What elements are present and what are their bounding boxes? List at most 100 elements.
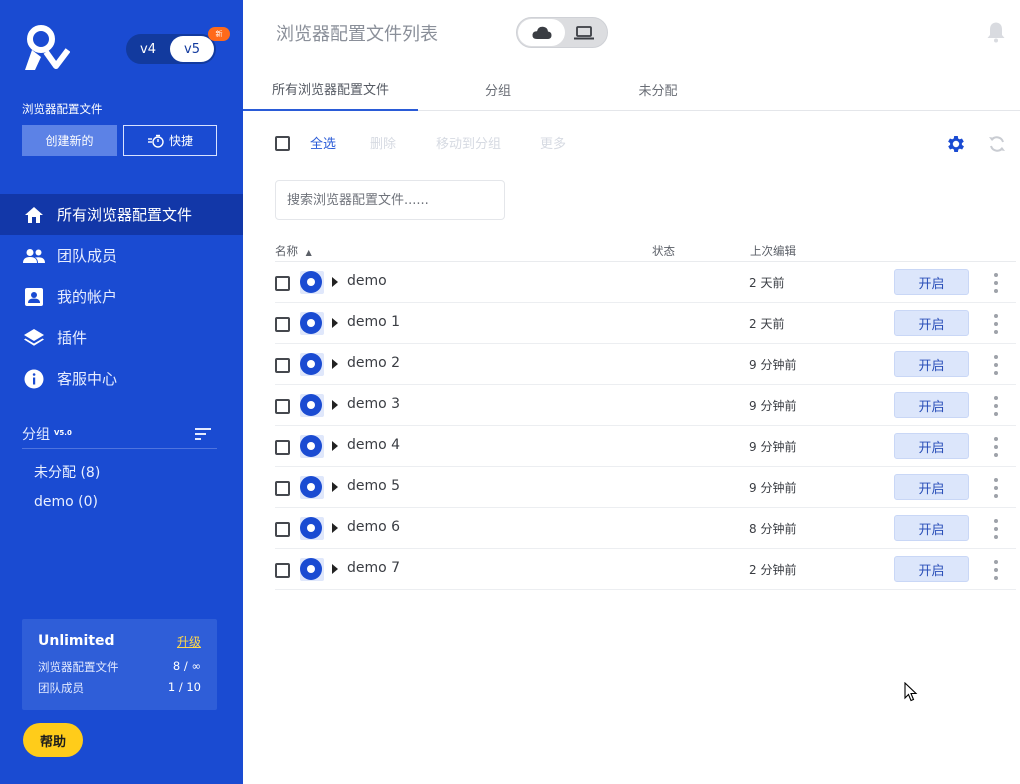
sidebar-item-label: 插件 [57, 329, 88, 347]
open-profile-button[interactable]: 开启 [894, 351, 969, 377]
expand-caret-icon[interactable] [332, 277, 338, 287]
profile-name[interactable]: demo 3 [347, 396, 400, 412]
version-v4-option[interactable]: v4 [126, 36, 170, 62]
version-v5-option[interactable]: v5 [170, 36, 214, 62]
tab-groups[interactable]: 分组 [418, 68, 578, 111]
open-profile-button[interactable]: 开启 [894, 474, 969, 500]
notification-bell-icon[interactable] [986, 21, 1006, 43]
last-edited: 2 天前 [749, 317, 785, 331]
expand-caret-icon[interactable] [332, 482, 338, 492]
group-item-demo[interactable]: demo (0) [34, 494, 98, 510]
open-profile-button[interactable]: 开启 [894, 515, 969, 541]
profile-name[interactable]: demo 6 [347, 519, 400, 535]
browser-profile-icon [300, 271, 322, 293]
column-header-last-edited[interactable]: 上次编辑 [750, 243, 796, 259]
row-checkbox[interactable] [275, 563, 290, 578]
plan-usage-team: 团队成员 1 / 10 [38, 680, 201, 696]
home-icon [23, 204, 45, 226]
create-new-button[interactable]: 创建新的 [22, 125, 117, 156]
move-to-group-button[interactable]: 移动到分组 [436, 133, 501, 152]
local-option[interactable] [569, 24, 599, 42]
more-actions-button[interactable]: 更多 [540, 133, 566, 152]
quick-create-button[interactable]: 快捷 [123, 125, 217, 156]
tab-unassigned[interactable]: 未分配 [578, 68, 738, 111]
profile-name[interactable]: demo 5 [347, 478, 400, 494]
more-options-icon[interactable] [992, 560, 1000, 580]
table-row[interactable]: demo 3 9 分钟前 开启 [275, 385, 1016, 426]
app-logo[interactable] [22, 24, 70, 72]
more-options-icon[interactable] [992, 314, 1000, 334]
quick-create-label: 快捷 [168, 134, 193, 148]
refresh-icon[interactable] [987, 134, 1007, 154]
sort-icon[interactable] [195, 427, 211, 440]
more-options-icon[interactable] [992, 437, 1000, 457]
account-icon [23, 286, 45, 308]
help-button[interactable]: 帮助 [23, 723, 83, 757]
column-header-name[interactable]: 名称 ▲ [275, 243, 312, 259]
search-input[interactable] [275, 180, 505, 220]
open-profile-button[interactable]: 开启 [894, 392, 969, 418]
sidebar-item-all-profiles[interactable]: 所有浏览器配置文件 [0, 194, 243, 235]
sidebar-item-team-members[interactable]: 团队成员 [0, 235, 243, 276]
select-all-button[interactable]: 全选 [310, 133, 336, 152]
expand-caret-icon[interactable] [332, 359, 338, 369]
last-edited: 2 分钟前 [749, 563, 797, 577]
table-row[interactable]: demo 1 2 天前 开启 [275, 303, 1016, 344]
groups-version-tag: V5.0 [54, 428, 72, 437]
row-checkbox[interactable] [275, 358, 290, 373]
expand-caret-icon[interactable] [332, 564, 338, 574]
open-profile-button[interactable]: 开启 [894, 269, 969, 295]
expand-caret-icon[interactable] [332, 400, 338, 410]
version-toggle[interactable]: v4 v5 新 [126, 27, 230, 64]
expand-caret-icon[interactable] [332, 523, 338, 533]
row-checkbox[interactable] [275, 481, 290, 496]
upgrade-link[interactable]: 升级 [177, 633, 201, 650]
group-item-unassigned[interactable]: 未分配 (8) [34, 462, 100, 482]
table-row[interactable]: demo 2 天前 开启 [275, 262, 1016, 303]
more-options-icon[interactable] [992, 478, 1000, 498]
sidebar-item-my-account[interactable]: 我的帐户 [0, 276, 243, 317]
open-profile-button[interactable]: 开启 [894, 310, 969, 336]
settings-gear-icon[interactable] [945, 133, 967, 155]
delete-button[interactable]: 删除 [370, 133, 396, 152]
row-checkbox[interactable] [275, 440, 290, 455]
row-checkbox[interactable] [275, 317, 290, 332]
select-all-checkbox[interactable] [275, 136, 290, 151]
expand-caret-icon[interactable] [332, 441, 338, 451]
sidebar-item-plugins[interactable]: 插件 [0, 317, 243, 358]
profile-name[interactable]: demo 2 [347, 355, 400, 371]
more-options-icon[interactable] [992, 519, 1000, 539]
table-row[interactable]: demo 2 9 分钟前 开启 [275, 344, 1016, 385]
plan-card: Unlimited 升级 浏览器配置文件 8 / ∞ 团队成员 1 / 10 [22, 619, 217, 710]
browser-profile-icon [300, 558, 322, 580]
sidebar-item-label: 所有浏览器配置文件 [57, 206, 193, 224]
laptop-icon [574, 26, 594, 40]
table-row[interactable]: demo 4 9 分钟前 开启 [275, 426, 1016, 467]
expand-caret-icon[interactable] [332, 318, 338, 328]
browser-profile-icon [300, 353, 322, 375]
table-row[interactable]: demo 7 2 分钟前 开启 [275, 549, 1016, 590]
sidebar-item-support-center[interactable]: 客服中心 [0, 358, 243, 399]
cloud-option[interactable] [518, 19, 565, 46]
profile-name[interactable]: demo 7 [347, 560, 400, 576]
open-profile-button[interactable]: 开启 [894, 433, 969, 459]
more-options-icon[interactable] [992, 396, 1000, 416]
table-row[interactable]: demo 5 9 分钟前 开启 [275, 467, 1016, 508]
column-header-status[interactable]: 状态 [652, 243, 675, 259]
row-checkbox[interactable] [275, 399, 290, 414]
profile-name[interactable]: demo 4 [347, 437, 400, 453]
open-profile-button[interactable]: 开启 [894, 556, 969, 582]
plan-usage-profiles: 浏览器配置文件 8 / ∞ [38, 659, 201, 675]
profile-name[interactable]: demo 1 [347, 314, 400, 330]
plan-usage-value: 1 / 10 [167, 680, 201, 694]
row-checkbox[interactable] [275, 522, 290, 537]
profile-name[interactable]: demo [347, 273, 387, 289]
last-edited: 2 天前 [749, 276, 785, 290]
more-options-icon[interactable] [992, 273, 1000, 293]
plan-usage-value: 8 / ∞ [172, 659, 201, 673]
table-row[interactable]: demo 6 8 分钟前 开启 [275, 508, 1016, 549]
tab-all-profiles[interactable]: 所有浏览器配置文件 [243, 68, 418, 111]
storage-mode-toggle[interactable] [516, 17, 608, 48]
more-options-icon[interactable] [992, 355, 1000, 375]
row-checkbox[interactable] [275, 276, 290, 291]
